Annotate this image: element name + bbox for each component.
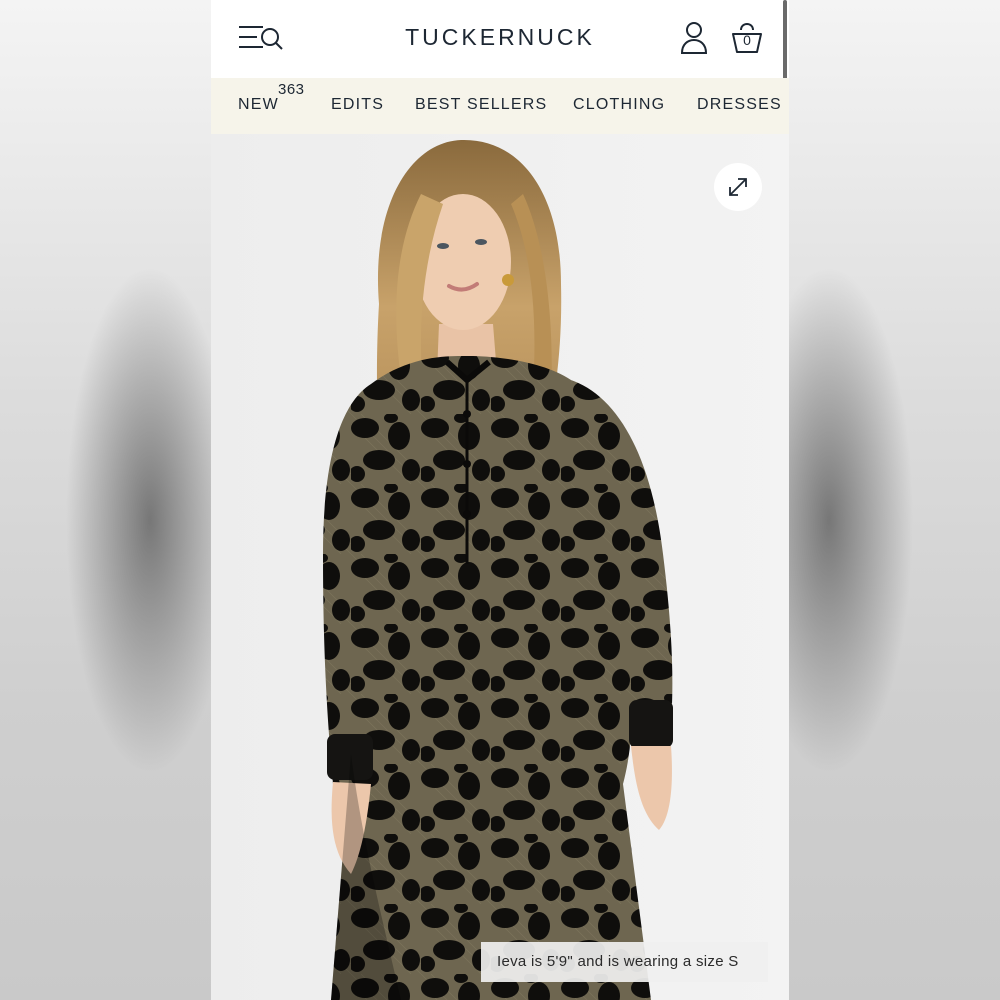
model-size-caption: Ieva is 5'9" and is wearing a size S — [481, 942, 768, 982]
expand-icon — [729, 178, 747, 196]
account-icon[interactable] — [679, 20, 709, 56]
bag-count-badge: 0 — [743, 32, 751, 48]
blurred-backdrop-right — [789, 0, 1000, 1000]
model-photo — [211, 134, 789, 1000]
nav-item-clothing[interactable]: CLOTHING — [573, 96, 665, 114]
blurred-backdrop-left — [0, 0, 211, 1000]
category-nav: NEW 363 EDITS BEST SELLERS CLOTHING DRES… — [211, 78, 789, 134]
phone-screen: TUCKERNUCK 0 NEW 363 EDITS BEST SELLERS … — [211, 0, 789, 1000]
expand-image-button[interactable] — [714, 163, 762, 211]
nav-item-best-sellers[interactable]: BEST SELLERS — [415, 96, 547, 114]
site-header: TUCKERNUCK 0 — [211, 0, 789, 78]
nav-item-edits[interactable]: EDITS — [331, 96, 384, 114]
nav-item-new[interactable]: NEW — [238, 96, 279, 114]
product-image[interactable] — [211, 134, 789, 1000]
nav-new-count-badge: 363 — [278, 81, 305, 98]
nav-item-dresses[interactable]: DRESSES — [697, 96, 782, 114]
